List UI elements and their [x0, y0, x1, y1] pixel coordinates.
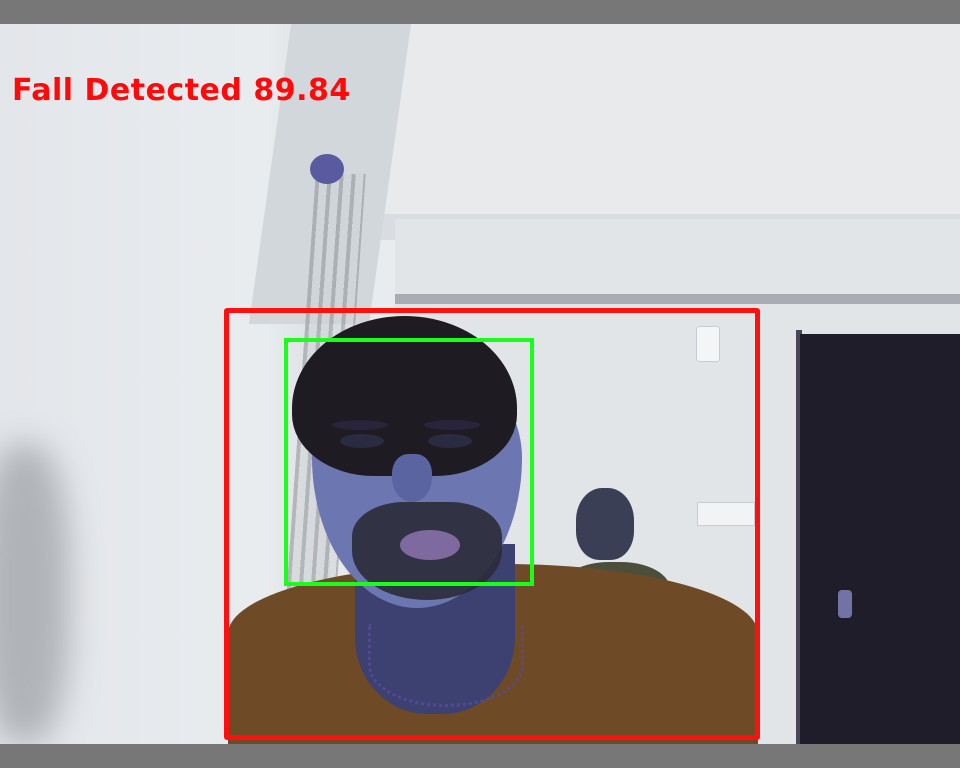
face-detection-box: [284, 338, 534, 586]
door-handle: [838, 590, 852, 618]
wall-trim: [395, 294, 960, 304]
door: [800, 334, 960, 744]
letterbox-top: [0, 0, 960, 24]
camera-frame: Fall Detected 89.84: [0, 24, 960, 744]
wall-knob: [310, 154, 344, 184]
ceiling: [350, 24, 960, 219]
letterbox-bottom: [0, 744, 960, 768]
shadow: [0, 444, 70, 744]
fall-status-label: Fall Detected 89.84: [12, 73, 351, 108]
